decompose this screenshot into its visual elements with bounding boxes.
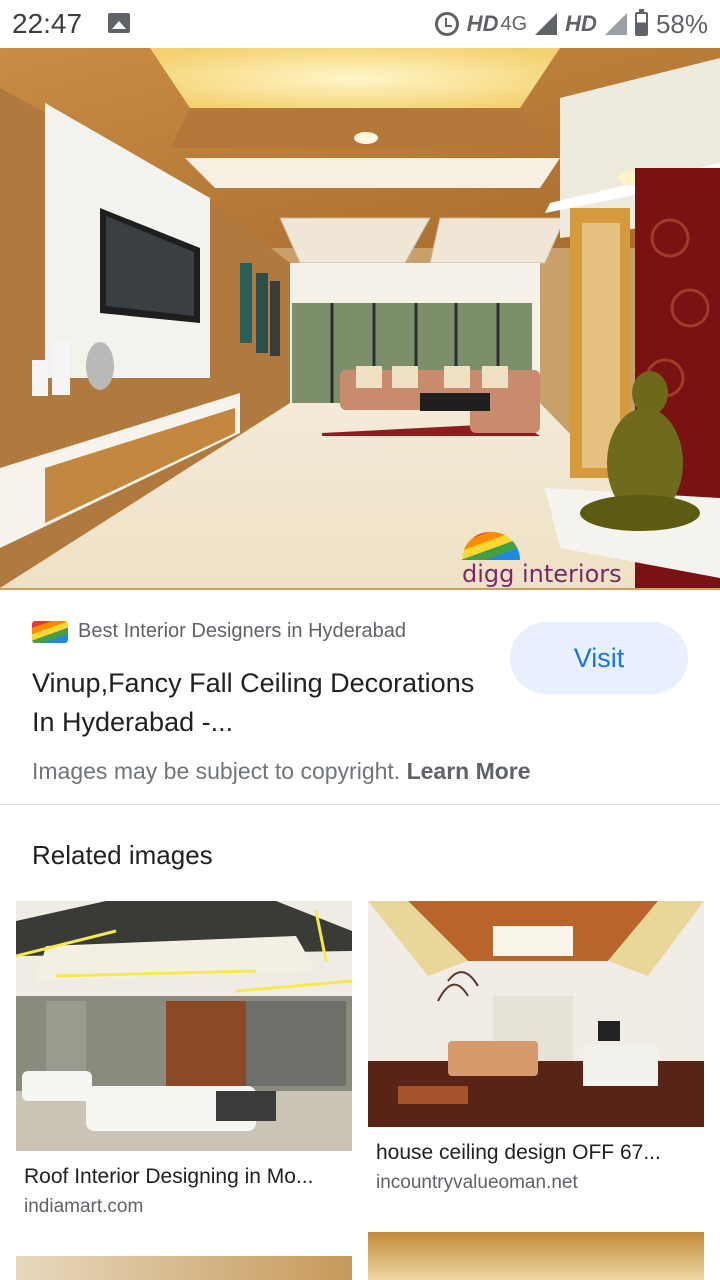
watermark-text: digg interiors [462, 560, 622, 588]
related-domain: incountryvalueoman.net [376, 1172, 578, 1193]
source-name: Best Interior Designers in Hyderabad [78, 620, 406, 642]
signal-icon [535, 13, 558, 35]
related-domain: indiamart.com [24, 1196, 144, 1217]
status-bar: 22:47 HD 4G HD 58% [0, 0, 720, 48]
battery-percent: 58% [655, 8, 708, 39]
image-icon [108, 13, 130, 33]
related-caption: house ceiling design OFF 67... [376, 1141, 661, 1164]
visit-button[interactable]: Visit [510, 622, 688, 694]
site-favicon-icon [32, 620, 68, 643]
related-thumbnail[interactable] [16, 901, 352, 1151]
main-image[interactable]: digg interiors [0, 48, 720, 590]
battery-icon [634, 9, 648, 36]
watermark-rainbow-icon [462, 532, 520, 560]
status-indicators: HD 4G HD 58% [434, 8, 708, 39]
result-source[interactable]: Best Interior Designers in Hyderabad [32, 620, 406, 643]
alarm-icon [434, 12, 459, 36]
living-room-photo [0, 48, 720, 588]
related-thumbnail[interactable] [368, 901, 704, 1127]
status-time: 22:47 [12, 8, 83, 39]
result-title[interactable]: Vinup,Fancy Fall Ceiling Decorations In … [32, 664, 492, 742]
related-thumbnail[interactable] [368, 1232, 704, 1280]
watermark-logo [462, 532, 520, 560]
related-photo-1 [16, 901, 352, 1151]
signal-weak-icon [604, 13, 627, 35]
divider [0, 804, 720, 805]
related-thumbnail[interactable] [16, 1256, 352, 1280]
network-label-1: HD [466, 11, 499, 36]
learn-more-link[interactable]: Learn More [407, 758, 531, 784]
network-label-2: HD [565, 11, 597, 36]
related-images-heading: Related images [32, 840, 213, 870]
related-image-card[interactable]: house ceiling design OFF 67... incountry… [368, 901, 704, 1201]
copyright-text: Images may be subject to copyright. [32, 758, 401, 784]
related-caption: Roof Interior Designing in Mo... [24, 1165, 314, 1188]
related-photo-2 [368, 901, 704, 1127]
copyright-notice: Images may be subject to copyright. Lear… [32, 758, 531, 785]
network-type: 4G [500, 12, 528, 35]
related-image-card[interactable]: Roof Interior Designing in Mo... indiama… [16, 901, 352, 1221]
